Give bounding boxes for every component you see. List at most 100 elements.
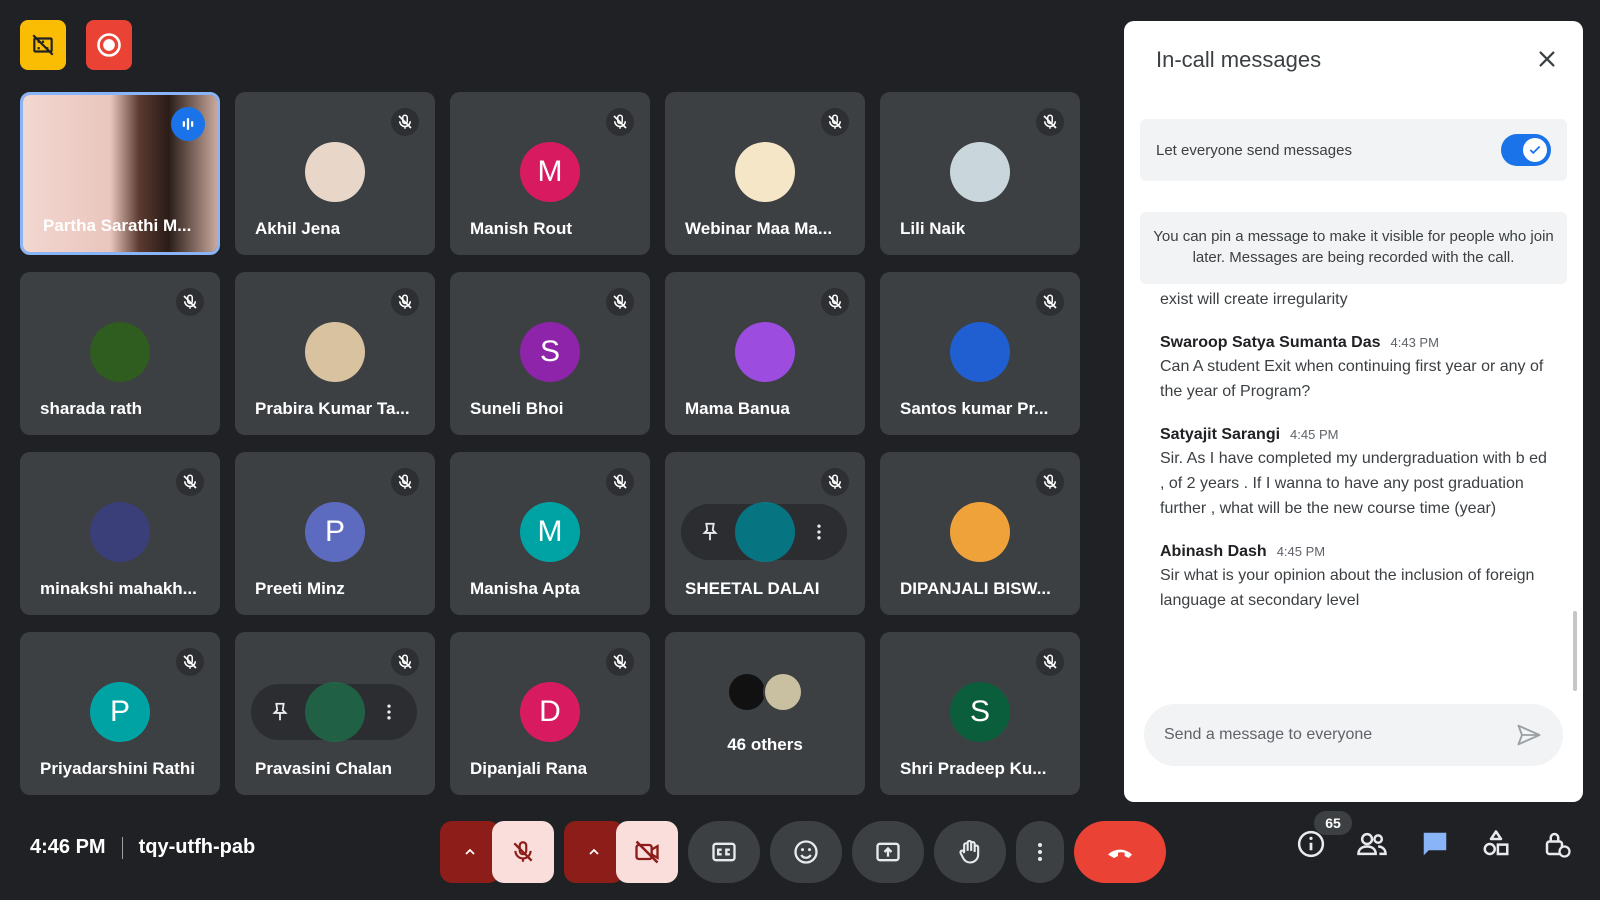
muted-indicator — [176, 648, 204, 676]
present-screen-button[interactable] — [852, 821, 924, 883]
avatar — [90, 502, 150, 562]
video-options-button[interactable] — [564, 821, 624, 883]
participant-name: Santos kumar Pr... — [900, 399, 1049, 418]
avatar — [735, 322, 795, 382]
participant-tile[interactable]: Pravasini Chalan — [235, 632, 435, 795]
leave-call-button[interactable] — [1074, 821, 1166, 883]
participant-tile[interactable]: Webinar Maa Ma... — [665, 92, 865, 255]
message-header: Swaroop Satya Sumanta Das 4:43 PM — [1160, 334, 1555, 352]
mic-off-icon — [613, 114, 627, 129]
avatar — [305, 322, 365, 382]
participant-tile[interactable]: DIPANJALI BISW... — [880, 452, 1080, 615]
message-input[interactable] — [1164, 726, 1515, 744]
in-call-messages-panel: In-call messages Let everyone send messa… — [1124, 21, 1583, 802]
avatar-initial: S — [539, 335, 560, 368]
people-icon — [1357, 832, 1387, 856]
message-list[interactable]: exist will create irregularity Swaroop S… — [1160, 287, 1555, 702]
participant-tile[interactable]: P Preeti Minz — [235, 452, 435, 615]
mic-off-icon — [828, 474, 842, 489]
participant-tile[interactable]: Prabira Kumar Ta... — [235, 272, 435, 435]
muted-indicator — [391, 288, 419, 316]
participant-tile[interactable]: sharada rath — [20, 272, 220, 435]
tile-more-button[interactable] — [809, 522, 829, 542]
message-time: 4:45 PM — [1290, 427, 1339, 442]
send-button[interactable] — [1515, 721, 1543, 749]
pin-button[interactable] — [269, 701, 291, 723]
chat-message[interactable]: Abinash Dash 4:45 PM Sir what is your opin… — [1160, 543, 1555, 613]
no-video-icon — [32, 34, 54, 56]
record-icon — [97, 33, 121, 57]
host-controls-button[interactable] — [1542, 829, 1572, 864]
meeting-details-button[interactable] — [1296, 829, 1326, 864]
tile-hover-controls — [251, 682, 417, 742]
participant-tile[interactable]: Mama Banua — [665, 272, 865, 435]
audio-options-button[interactable] — [440, 821, 500, 883]
participant-tile[interactable]: Akhil Jena — [235, 92, 435, 255]
captions-button[interactable] — [688, 821, 760, 883]
participant-tile[interactable]: D Dipanjali Rana — [450, 632, 650, 795]
send-messages-toggle[interactable] — [1501, 134, 1551, 166]
microphone-toggle-button[interactable] — [492, 821, 554, 883]
participant-tile[interactable]: M Manish Rout — [450, 92, 650, 255]
muted-indicator — [606, 288, 634, 316]
more-options-button[interactable] — [1016, 821, 1064, 883]
pin-button[interactable] — [699, 521, 721, 543]
chevron-up-icon — [465, 848, 475, 855]
avatar — [950, 322, 1010, 382]
more-vert-icon — [387, 704, 391, 720]
participant-tile[interactable]: M Manisha Apta — [450, 452, 650, 615]
participant-tile[interactable]: S Shri Pradeep Ku... — [880, 632, 1080, 795]
top-badges — [20, 20, 132, 70]
toggle-knob — [1523, 138, 1547, 162]
mic-off-icon — [398, 654, 412, 669]
participant-name: Pravasini Chalan — [255, 759, 393, 778]
recording-badge[interactable] — [86, 20, 132, 70]
chat-message[interactable]: Swaroop Satya Sumanta Das 4:43 PM Can A st… — [1160, 334, 1555, 404]
camera-toggle-button[interactable] — [616, 821, 678, 883]
chevron-up-icon — [589, 848, 599, 855]
send-icon — [1517, 724, 1541, 746]
muted-indicator — [606, 468, 634, 496]
avatar — [735, 142, 795, 202]
participant-tile[interactable]: minakshi mahakh... — [20, 452, 220, 615]
close-panel-button[interactable] — [1533, 45, 1561, 73]
muted-indicator — [391, 108, 419, 136]
meeting-code[interactable]: tqy-utfh-pab — [139, 836, 256, 859]
participant-tile[interactable]: SHEETAL DALAI — [665, 452, 865, 615]
emoji-icon — [794, 840, 818, 864]
participant-tile[interactable]: Santos kumar Pr... — [880, 272, 1080, 435]
message-scrollbar[interactable] — [1573, 611, 1577, 691]
avatar — [305, 682, 365, 742]
tile-more-button[interactable] — [379, 702, 399, 722]
hand-icon — [959, 839, 980, 864]
participant-tile[interactable]: Lili Naik — [880, 92, 1080, 255]
avatar: P — [305, 502, 365, 562]
avatar-initial: M — [537, 155, 563, 188]
participant-tile[interactable]: S Suneli Bhoi — [450, 272, 650, 435]
message-composer — [1144, 704, 1563, 766]
avatar-initial: P — [109, 695, 130, 728]
reactions-button[interactable] — [770, 821, 842, 883]
raise-hand-button[interactable] — [934, 821, 1006, 883]
message-time: 4:43 PM — [1390, 335, 1439, 350]
mic-off-icon — [183, 654, 197, 669]
participant-tile[interactable]: 46 others — [665, 632, 865, 795]
people-button[interactable] — [1356, 829, 1388, 864]
info-icon — [1297, 830, 1325, 858]
avatar — [763, 672, 803, 712]
activities-button[interactable] — [1481, 829, 1511, 864]
muted-indicator — [606, 108, 634, 136]
participant-tile[interactable]: Partha Sarathi M... — [20, 92, 220, 255]
participant-tile[interactable]: P Priyadarshini Rathi — [20, 632, 220, 795]
muted-indicator — [391, 648, 419, 676]
participant-grid: Partha Sarathi M... Akhil Jena M Manish Rou… — [20, 92, 1080, 795]
message-sender: Satyajit Sarangi — [1160, 426, 1281, 443]
chat-message[interactable]: Satyajit Sarangi 4:45 PM Sir. As I have co… — [1160, 426, 1555, 521]
no-video-badge[interactable] — [20, 20, 66, 70]
muted-indicator — [391, 468, 419, 496]
others-label: 46 others — [727, 735, 803, 754]
closed-captions-icon — [712, 842, 736, 862]
end-call-icon — [1108, 849, 1132, 858]
chat-button[interactable] — [1420, 829, 1450, 864]
mic-off-icon — [183, 474, 197, 489]
